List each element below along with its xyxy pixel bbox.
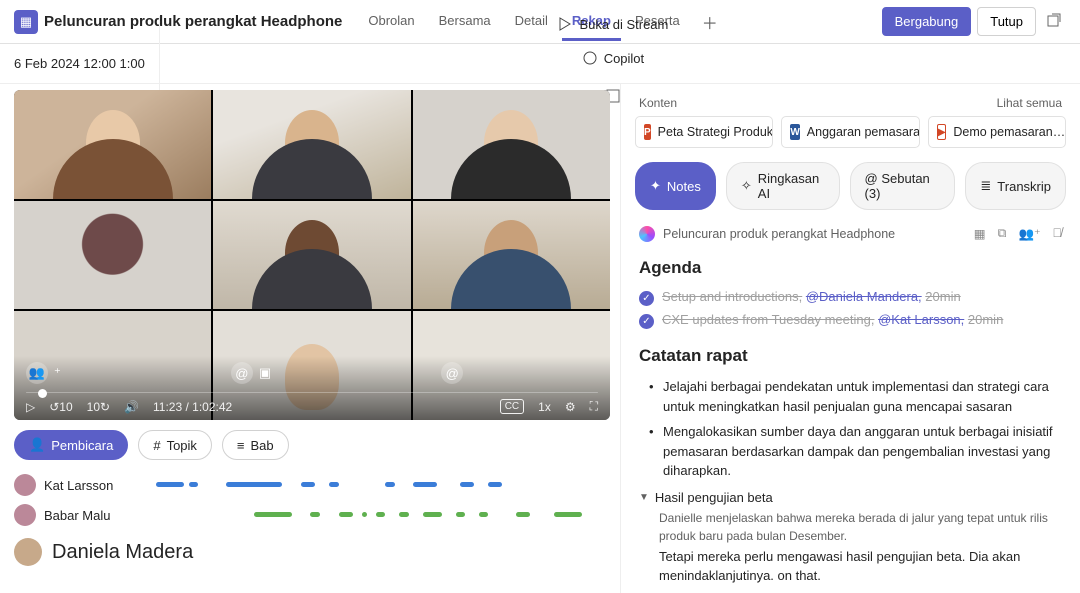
filter-topic[interactable]: # Topik [138, 430, 212, 460]
section-toggle[interactable]: ▼Hasil pengujian beta [639, 484, 1062, 509]
copy-icon[interactable]: ⧉ [998, 226, 1007, 242]
speaker-row[interactable]: Kat Larsson [14, 470, 610, 500]
video-controls-overlay: 👥⁺ @▣ @ 👥⁺ ▷ ↺10 10↻ 🔊 11:23 / 1:02:42 C… [14, 356, 610, 420]
video-player[interactable]: 👥⁺ @▣ @ 👥⁺ ▷ ↺10 10↻ 🔊 11:23 / 1:02:42 C… [14, 90, 610, 420]
view-all-link[interactable]: Lihat semua [997, 96, 1062, 110]
transcript-tab[interactable]: ≣ Transkrip [965, 162, 1066, 210]
participant-tile [213, 90, 410, 199]
agenda-item[interactable]: ✓Setup and introductions, @Daniela Mande… [639, 286, 1062, 309]
settings-icon[interactable]: ⚙ [565, 400, 576, 414]
file-name: Peta Strategi Produk… [658, 125, 774, 139]
participant-badge[interactable]: 👥⁺ [26, 362, 61, 384]
loop-icon [639, 226, 655, 242]
visibility-icon[interactable]: 👁̸ [1053, 226, 1062, 242]
speaker-row[interactable]: Babar Malu [14, 500, 610, 530]
cc-button[interactable]: CC [500, 399, 524, 414]
file-name: Demo pemasaran… [953, 125, 1065, 139]
section-sub-bullet: Danielle melaporkan kemajuan pengujian b… [651, 590, 1062, 593]
pp-file-icon: P [644, 124, 651, 140]
notes-doc-title: Peluncuran produk perangkat Headphone [663, 227, 895, 241]
participant-tile [213, 201, 410, 310]
copilot-link[interactable]: Copilot [582, 50, 644, 66]
filter-speaker[interactable]: 👤 Pembicara [14, 430, 128, 460]
section-body: Tetapi mereka perlu mengawasi hasil peng… [639, 545, 1062, 590]
avatar [14, 504, 36, 526]
section-lead: Danielle menjelaskan bahwa mereka berada… [639, 509, 1062, 545]
calendar-app-icon: ▦ [14, 10, 38, 34]
participant-tile [413, 201, 610, 310]
content-file[interactable]: ▶ Demo pemasaran… [928, 116, 1066, 148]
content-label: Konten [639, 96, 677, 110]
note-bullet: Jelajahi berbagai pendekatan untuk imple… [639, 374, 1062, 419]
open-stream-link[interactable]: Buka di Stream [557, 16, 668, 32]
check-icon: ✓ [639, 291, 654, 306]
speaker-timeline[interactable] [142, 481, 610, 489]
agenda-item[interactable]: ✓CXE updates from Tuesday meeting, @Kat … [639, 309, 1062, 332]
speaker-name: Babar Malu [44, 508, 134, 523]
meeting-notes-heading: Catatan rapat [639, 346, 1062, 366]
check-icon: ✓ [639, 314, 654, 329]
share-icon[interactable]: 👥⁺ [1018, 226, 1040, 242]
ai-summary-tab[interactable]: ✧ Ringkasan AI [726, 162, 840, 210]
video-time: 11:23 / 1:02:42 [153, 400, 232, 414]
speed-button[interactable]: 1x [538, 400, 551, 414]
volume-icon[interactable]: 🔊 [124, 400, 139, 414]
filter-chapter[interactable]: ≡ Bab [222, 430, 289, 460]
content-file[interactable]: W Anggaran pemasaran… [781, 116, 919, 148]
vd-file-icon: ▶ [937, 124, 947, 140]
play-icon[interactable]: ▷ [26, 400, 35, 414]
notes-tab[interactable]: ✦ Notes [635, 162, 716, 210]
note-bullet: Mengalokasikan sumber daya dan anggaran … [639, 419, 1062, 484]
participant-tile [14, 201, 211, 310]
fullscreen-icon[interactable]: ⛶ [590, 399, 598, 414]
wd-file-icon: W [790, 124, 799, 140]
grid-icon[interactable]: ▦ [974, 226, 986, 242]
participant-badge[interactable]: @ [441, 362, 463, 384]
avatar [14, 474, 36, 496]
meeting-datetime: 6 Feb 2024 12:00 1:00 [14, 56, 145, 71]
participant-tile [14, 90, 211, 199]
forward-10-icon[interactable]: 10↻ [87, 400, 110, 414]
content-file[interactable]: P Peta Strategi Produk… [635, 116, 773, 148]
speaker-name: Kat Larsson [44, 478, 134, 493]
video-progress[interactable] [26, 392, 598, 393]
rewind-10-icon[interactable]: ↺10 [49, 400, 72, 414]
mentions-tab[interactable]: @ Sebutan (3) [850, 162, 956, 210]
file-name: Anggaran pemasaran… [807, 125, 920, 139]
participant-badge[interactable]: @▣ [231, 362, 271, 384]
participant-tile [413, 90, 610, 199]
speaker-timeline[interactable] [142, 511, 610, 519]
agenda-heading: Agenda [639, 258, 1062, 278]
hovered-speaker: Daniela Madera [14, 530, 610, 566]
